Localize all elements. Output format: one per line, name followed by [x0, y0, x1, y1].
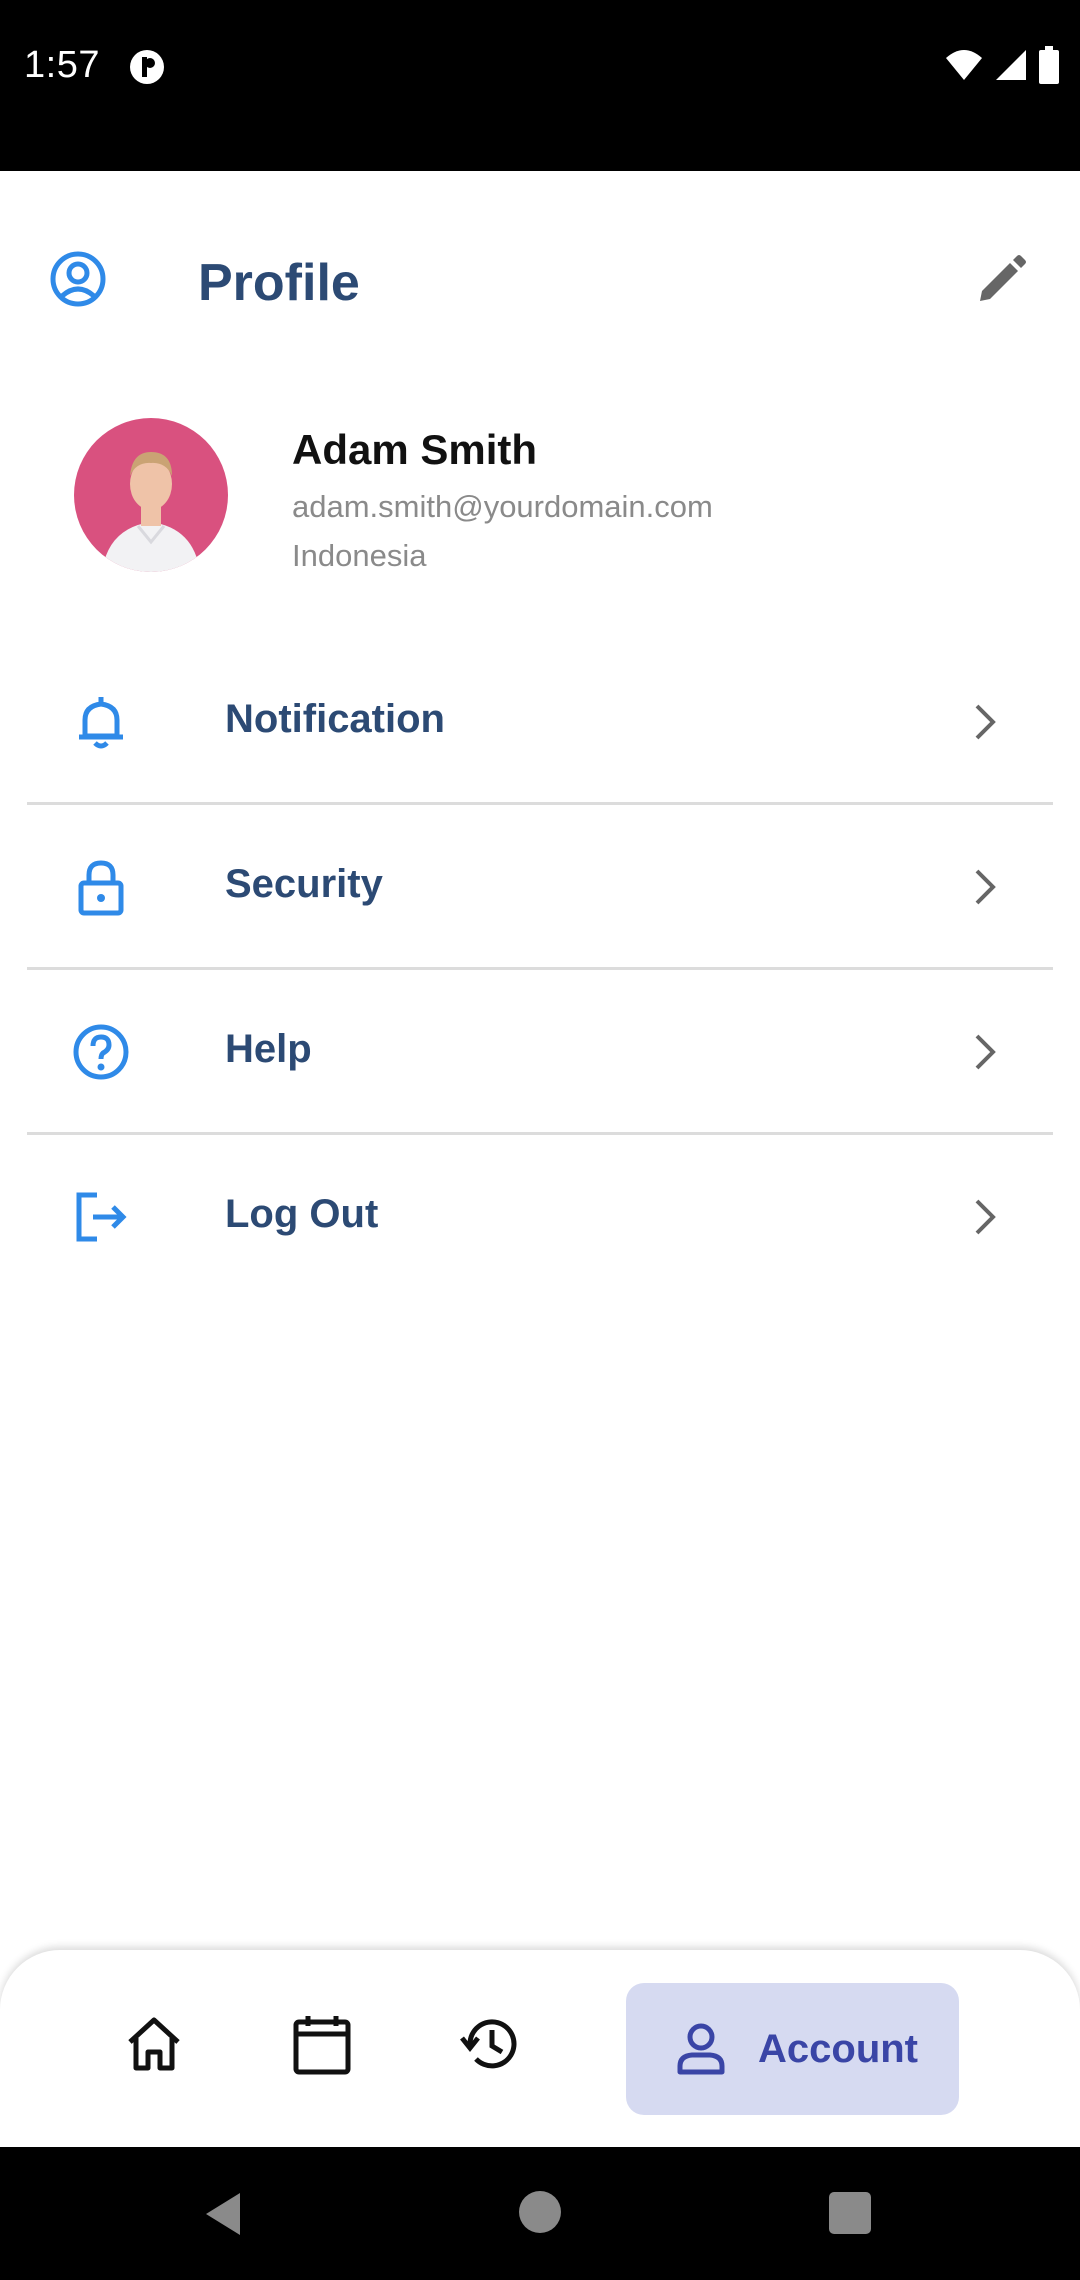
avatar — [74, 418, 228, 572]
status-icons — [944, 46, 1060, 84]
menu-item-label: Notification — [225, 697, 445, 741]
help-circle-icon — [73, 1024, 129, 1080]
status-time: 1:57 — [24, 44, 100, 86]
lock-icon — [78, 860, 124, 916]
chevron-right-icon — [975, 704, 996, 740]
page-title: Profile — [198, 254, 360, 312]
user-country: Indonesia — [292, 538, 427, 573]
logout-icon — [76, 1192, 127, 1242]
recents-button[interactable] — [829, 2192, 871, 2234]
menu-item-notification[interactable]: Notification — [27, 640, 1053, 805]
person-icon — [677, 2023, 725, 2075]
settings-menu: Notification Security Help Log Out — [27, 640, 1053, 1300]
user-name: Adam Smith — [292, 426, 538, 473]
app-notification-icon — [130, 50, 164, 84]
chevron-right-icon — [975, 1199, 996, 1235]
cell-signal-icon — [996, 50, 1026, 80]
calendar-icon[interactable] — [290, 2012, 354, 2076]
history-icon[interactable] — [458, 2012, 522, 2076]
wifi-icon — [946, 50, 982, 80]
nav-account-button[interactable]: Account — [626, 1983, 959, 2115]
chevron-right-icon — [975, 869, 996, 905]
nav-account-label: Account — [758, 2026, 918, 2071]
profile-circle-icon — [50, 251, 106, 307]
edit-pencil-icon[interactable] — [972, 251, 1030, 309]
battery-icon — [1039, 46, 1059, 84]
menu-item-label: Help — [225, 1027, 312, 1071]
chevron-right-icon — [975, 1034, 996, 1070]
menu-item-label: Security — [225, 862, 383, 906]
back-icon[interactable] — [200, 2189, 250, 2239]
user-email: adam.smith@yourdomain.com — [292, 489, 713, 524]
system-nav-bar — [0, 2147, 1080, 2280]
bottom-nav: Account — [0, 1950, 1080, 2147]
header: Profile — [0, 171, 1080, 391]
status-bar: 1:57 — [0, 0, 1080, 171]
home-button[interactable] — [519, 2191, 561, 2233]
menu-item-security[interactable]: Security — [27, 805, 1053, 970]
home-icon[interactable] — [122, 2012, 186, 2076]
menu-item-label: Log Out — [225, 1192, 379, 1236]
menu-item-help[interactable]: Help — [27, 970, 1053, 1135]
menu-item-logout[interactable]: Log Out — [27, 1135, 1053, 1300]
bell-icon — [79, 697, 123, 749]
